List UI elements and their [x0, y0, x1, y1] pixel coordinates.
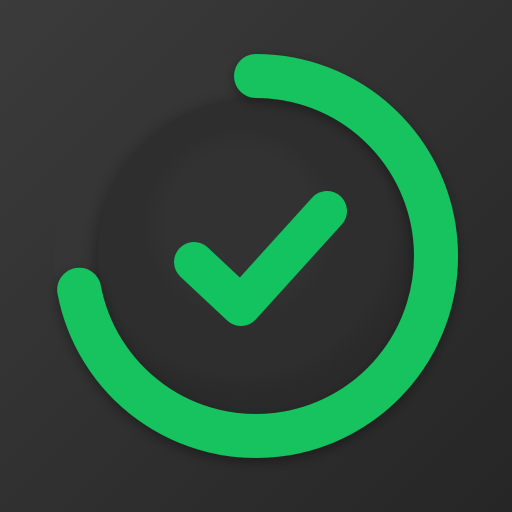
inner-disc [98, 98, 414, 414]
progress-checkmark-icon [0, 0, 512, 512]
app-icon [0, 0, 512, 512]
